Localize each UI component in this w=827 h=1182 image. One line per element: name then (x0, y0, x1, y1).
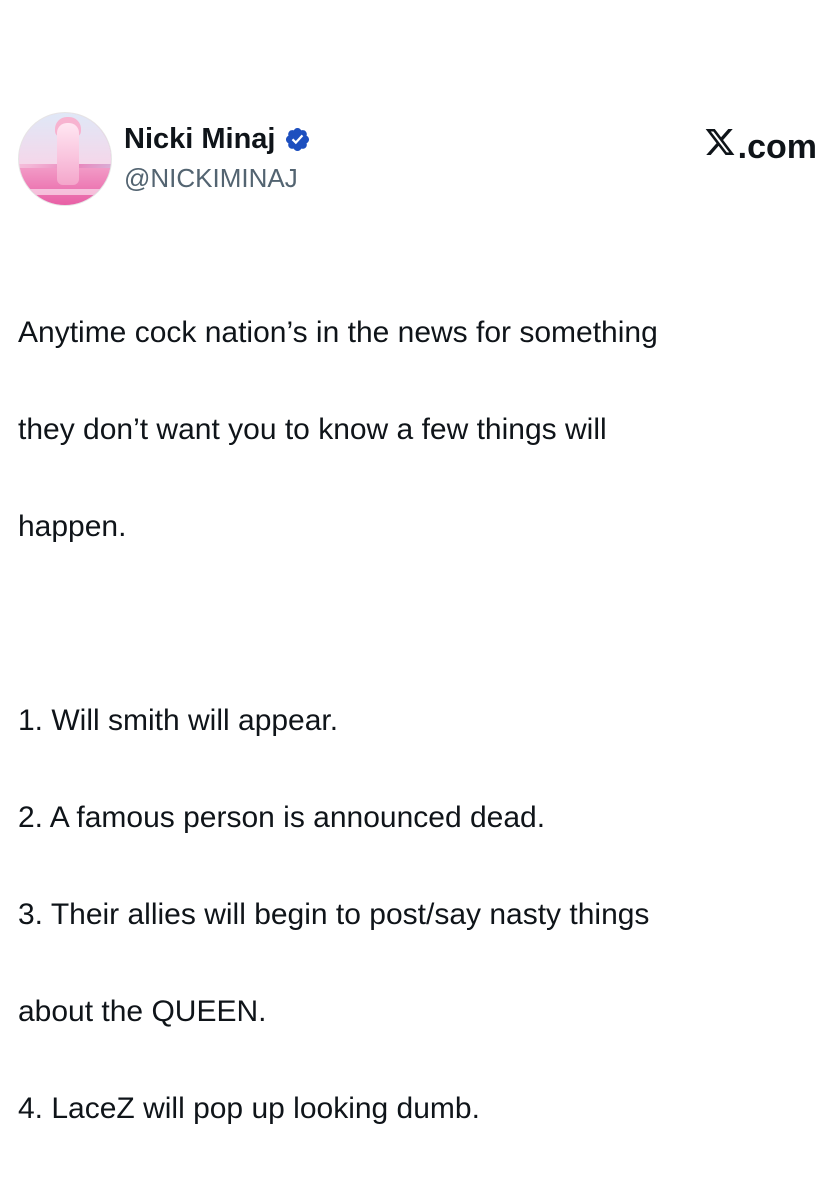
avatar-stripe (27, 189, 103, 195)
tweet-body: Anytime cock nation’s in the news for so… (18, 260, 818, 1182)
author-display-name[interactable]: Nicki Minaj (124, 122, 276, 156)
tweet-line: happen. (18, 509, 127, 543)
list-item: about the QUEEN. (18, 994, 267, 1028)
tweet-card: Nicki Minaj @NICKIMINAJ .com Anytime coc… (0, 0, 827, 1125)
author-name-row: Nicki Minaj (124, 122, 311, 156)
list-item: 2. A famous person is announced dead. (18, 800, 546, 834)
brand-watermark: .com (704, 126, 817, 167)
tweet-line: Anytime cock nation’s in the news for so… (18, 315, 658, 349)
verified-badge-icon[interactable] (284, 126, 311, 153)
avatar-figure (57, 123, 79, 185)
author-handle[interactable]: @NICKIMINAJ (124, 162, 298, 194)
list-item: 3. Their allies will begin to post/say n… (18, 897, 650, 931)
tweet-line: they don’t want you to know a few things… (18, 412, 607, 446)
avatar[interactable] (18, 112, 112, 206)
list-item: 1. Will smith will appear. (18, 703, 339, 737)
list-item: 4. LaceZ will pop up looking dumb. (18, 1091, 480, 1125)
brand-label: .com (737, 127, 817, 166)
x-logo-icon (704, 126, 738, 167)
